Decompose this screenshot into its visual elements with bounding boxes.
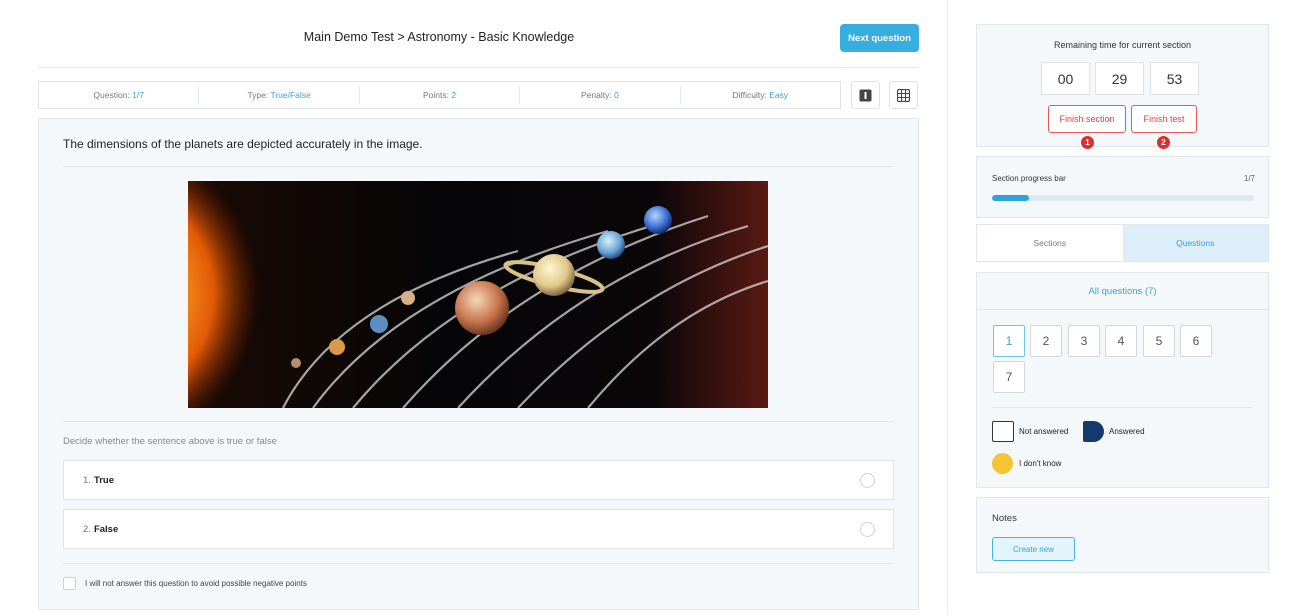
panel-divider [947,0,948,615]
option-number: 1. [83,474,91,486]
option-label: False [93,523,119,535]
divider [63,166,894,167]
question-number-6[interactable]: 6 [1180,325,1212,357]
answer-option-true[interactable]: 1. True [63,460,894,500]
legend-dont-know-swatch [992,453,1013,474]
solar-system-image [188,181,768,408]
question-number-3[interactable]: 3 [1068,325,1100,357]
notes-card [976,497,1269,573]
info-icon [859,89,872,101]
panel-tabs: Sections Questions [976,224,1269,262]
legend-answered-label: Answered [1109,427,1145,436]
question-number-2[interactable]: 2 [1030,325,1062,357]
skip-question-checkbox[interactable] [63,577,76,590]
question-number-1[interactable]: 1 [993,325,1025,357]
info-type: Type: True/False [199,86,360,104]
all-questions-heading[interactable]: All questions (7) [977,273,1268,310]
legend-not-answered-swatch [992,421,1014,442]
option-radio[interactable] [860,473,875,488]
breadcrumb: Main Demo Test > Astronomy - Basic Knowl… [303,30,575,44]
finish-section-button[interactable]: Finish section [1048,105,1126,133]
header-divider [38,67,919,68]
step-badge-1: 1 [1081,136,1094,149]
skip-question-label: I will not answer this question to avoid… [85,579,307,588]
progress-count: 1/7 [1243,174,1255,183]
legend-dont-know-label: I don't know [1019,459,1062,468]
create-note-button[interactable]: Create new [992,537,1075,561]
answer-option-false[interactable]: 2. False [63,509,894,549]
progress-bar-fill [992,195,1030,201]
timer-title: Remaining time for current section [1053,40,1192,50]
divider [992,407,1252,408]
legend-answered-swatch [1083,421,1104,442]
timer-minutes: 29 [1095,62,1144,95]
question-number-4[interactable]: 4 [1105,325,1137,357]
option-number: 2. [83,523,91,535]
tab-sections[interactable]: Sections [977,225,1123,261]
notes-title: Notes [992,513,1017,524]
divider [63,563,894,564]
info-button[interactable] [851,81,880,109]
info-points: Points: 2 [360,86,521,104]
question-grid-button[interactable] [889,81,918,109]
option-radio[interactable] [860,522,875,537]
legend-not-answered-label: Not answered [1019,427,1069,436]
info-penalty: Penalty: 0 [520,86,681,104]
grid-icon [897,88,910,102]
question-info-bar: Question: 1/7 Type: True/False Points: 2… [38,81,841,109]
progress-bar [992,195,1254,201]
question-instruction: Decide whether the sentence above is tru… [63,436,277,447]
question-text: The dimensions of the planets are depict… [63,137,423,151]
progress-title: Section progress bar [992,174,1066,183]
step-badge-2: 2 [1157,136,1170,149]
next-question-button[interactable]: Next question [840,24,919,52]
solar-system-illustration [188,181,768,408]
info-difficulty: Difficulty: Easy [732,90,789,100]
timer-hours: 00 [1041,62,1090,95]
question-number-5[interactable]: 5 [1143,325,1175,357]
divider [63,421,894,422]
option-label: True [93,474,114,486]
timer-seconds: 53 [1150,62,1199,95]
question-number-7[interactable]: 7 [993,361,1025,393]
tab-questions[interactable]: Questions [1122,225,1268,261]
progress-card [976,156,1269,218]
info-question: Question: 1/7 [39,86,200,104]
finish-test-button[interactable]: Finish test [1131,105,1197,133]
